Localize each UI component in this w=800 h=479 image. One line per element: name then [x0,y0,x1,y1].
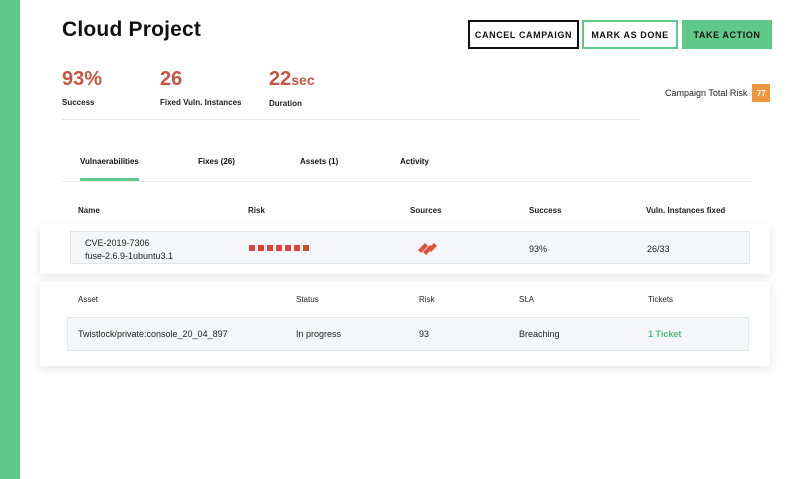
vuln-header-success: Success [529,206,562,215]
mark-as-done-button[interactable]: MARK AS DONE [582,20,678,49]
stat-duration: 22sec Duration [269,66,315,108]
asset-table-row[interactable]: Twistlock/private:console_20_04_897 In p… [67,317,749,351]
risk-square [303,245,309,251]
risk-square [258,245,264,251]
tab-vulnerabilities[interactable]: Vulnaerabilities [80,157,139,166]
tab-bar: Vulnaerabilities Fixes (26) Assets (1) A… [62,150,752,182]
stat-fixed-instances: 26 Fixed Vuln. Instances [160,66,242,107]
campaign-total-risk-label: Campaign Total Risk [665,88,748,98]
risk-square [249,245,255,251]
stat-success-value: 93% [62,68,103,90]
risk-level-indicator [249,245,312,251]
risk-square [294,245,300,251]
vuln-cve-id: CVE-2019-7306 [85,238,150,248]
active-tab-indicator [80,178,139,181]
stats-divider [62,119,640,120]
asset-header-sla: SLA [519,295,535,304]
asset-name: Twistlock/private:console_20_04_897 [78,329,228,339]
asset-status: In progress [296,329,342,339]
risk-square [276,245,282,251]
asset-header-status: Status [296,295,319,304]
asset-sla: Breaching [519,329,560,339]
vuln-header-sources: Sources [410,206,442,215]
stat-success-label: Success [62,98,95,107]
vuln-package: fuse-2.6.9-1ubuntu3.1 [85,251,174,261]
cancel-campaign-button[interactable]: CANCEL CAMPAIGN [468,20,579,49]
asset-risk: 93 [419,329,430,339]
vuln-table-row[interactable]: CVE-2019-7306 fuse-2.6.9-1ubuntu3.1 93% … [70,231,750,264]
vuln-name: CVE-2019-7306 fuse-2.6.9-1ubuntu3.1 [85,237,173,263]
stat-success: 93% Success [62,66,102,107]
tab-fixes[interactable]: Fixes (26) [198,157,235,166]
asset-header-tickets: Tickets [648,295,674,304]
ticket-link[interactable]: 1 Ticket [648,329,681,339]
take-action-button[interactable]: TAKE ACTION [682,20,772,49]
campaign-total-risk: Campaign Total Risk 77 [665,84,771,102]
risk-square [267,245,273,251]
vuln-success: 93% [529,244,548,254]
risk-square [285,245,291,251]
tab-activity[interactable]: Activity [400,157,429,166]
asset-header-risk: Risk [419,295,435,304]
stat-fixed-instances-label: Fixed Vuln. Instances [160,98,242,107]
stat-duration-label: Duration [269,99,302,108]
vuln-header-risk: Risk [248,206,265,215]
stat-duration-unit: sec [291,72,315,88]
stat-duration-value: 22 [269,68,292,90]
left-accent-stripe [0,0,20,479]
stat-fixed-instances-value: 26 [160,68,183,90]
vuln-instances-fixed: 26/33 [647,244,670,254]
vuln-header-name: Name [78,206,100,215]
vuln-header-instances-fixed: Vuln. Instances fixed [646,206,726,215]
asset-header-asset: Asset [78,295,99,304]
campaign-total-risk-badge: 77 [752,84,771,102]
paloalto-logo-icon [417,240,439,261]
page-title: Cloud Project [62,18,202,41]
tab-assets[interactable]: Assets (1) [300,157,338,166]
